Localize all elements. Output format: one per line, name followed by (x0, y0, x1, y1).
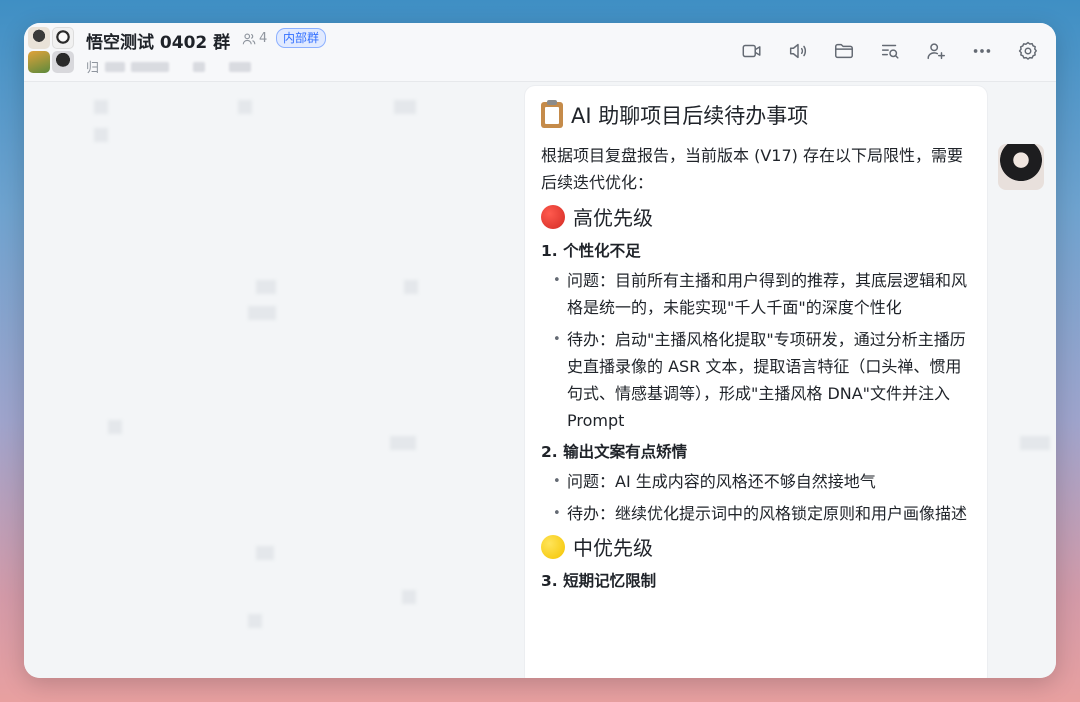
blurred-content (94, 128, 108, 142)
member-avatar (28, 27, 50, 49)
video-icon (742, 44, 761, 58)
member-avatar (52, 51, 74, 73)
priority-heading-high: 高优先级 (541, 202, 971, 231)
member-avatar (52, 27, 74, 49)
blurred-content (248, 306, 276, 320)
blurred-text (131, 61, 170, 72)
add-member-button[interactable] (924, 39, 948, 63)
blurred-text (193, 61, 206, 72)
list-item: 待办：启动"主播风格化提取"专项研发，通过分析主播历史直播录像的 ASR 文本，… (541, 326, 971, 434)
voice-call-button[interactable] (786, 39, 810, 63)
video-call-button[interactable] (740, 39, 764, 63)
priority-label: 中优先级 (573, 536, 653, 560)
settings-button[interactable] (1016, 39, 1040, 63)
member-count-value: 4 (259, 31, 268, 46)
header-toolbar (740, 39, 1040, 63)
search-messages-button[interactable] (878, 39, 902, 63)
more-icon (973, 49, 991, 53)
blurred-content (402, 590, 416, 604)
blurred-content (390, 436, 416, 450)
priority-label: 高优先级 (573, 206, 653, 230)
blurred-content (256, 280, 276, 294)
clipboard-icon (541, 100, 563, 128)
message-title-text: AI 助聊项目后续待办事项 (571, 104, 809, 128)
group-subtitle: 归 (86, 57, 252, 76)
blurred-content (1020, 436, 1050, 450)
blurred-content (404, 280, 418, 294)
search-list-icon (881, 44, 899, 59)
group-title[interactable]: 悟空测试 0402 群 (86, 28, 230, 53)
blurred-content (94, 100, 108, 114)
files-button[interactable] (832, 39, 856, 63)
list-item: 问题：目前所有主播和用户得到的推荐，其底层逻辑和风格是统一的，未能实现"千人千面… (541, 267, 971, 321)
blurred-content (394, 100, 416, 114)
chat-window: 悟空测试 0402 群 4 内部群 归 AI 助聊项目后续待办事项 根据项目复盘… (24, 23, 1056, 678)
subtitle-text: 归 (86, 61, 100, 76)
member-avatar (28, 51, 50, 73)
list-item: 问题：AI 生成内容的风格还不够自然接地气 (541, 468, 971, 495)
blurred-content (256, 546, 274, 560)
yellow-circle-icon (541, 534, 565, 559)
members-icon (242, 33, 256, 44)
message-intro: 根据项目复盘报告，当前版本 (V17) 存在以下局限性，需要后续迭代优化： (541, 146, 963, 192)
red-circle-icon (541, 204, 565, 229)
message-card[interactable]: AI 助聊项目后续待办事项 根据项目复盘报告，当前版本 (V17) 存在以下局限… (525, 86, 987, 678)
internal-group-badge: 内部群 (276, 28, 327, 48)
blurred-content (248, 614, 262, 628)
settings-icon (1018, 41, 1037, 60)
list-item: 待办：继续优化提示词中的风格锁定原则和用户画像描述 (541, 500, 971, 527)
item-title: 1. 个性化不足 (541, 242, 641, 260)
blurred-content (238, 100, 252, 114)
group-avatar[interactable] (28, 27, 76, 75)
add-member-icon (927, 43, 945, 60)
blurred-text (229, 61, 252, 72)
item-title: 3. 短期记忆限制 (541, 572, 657, 590)
voice-icon (789, 43, 807, 59)
more-button[interactable] (970, 39, 994, 63)
item-title: 2. 输出文案有点矫情 (541, 443, 688, 461)
blurred-content (108, 420, 122, 434)
priority-heading-mid: 中优先级 (541, 532, 971, 561)
blurred-text (105, 61, 126, 72)
message-title: AI 助聊项目后续待办事项 (541, 100, 971, 130)
folder-icon (835, 43, 853, 59)
sender-avatar[interactable] (998, 144, 1044, 190)
member-count[interactable]: 4 (242, 31, 267, 46)
chat-header: 悟空测试 0402 群 4 内部群 归 (24, 23, 1056, 82)
